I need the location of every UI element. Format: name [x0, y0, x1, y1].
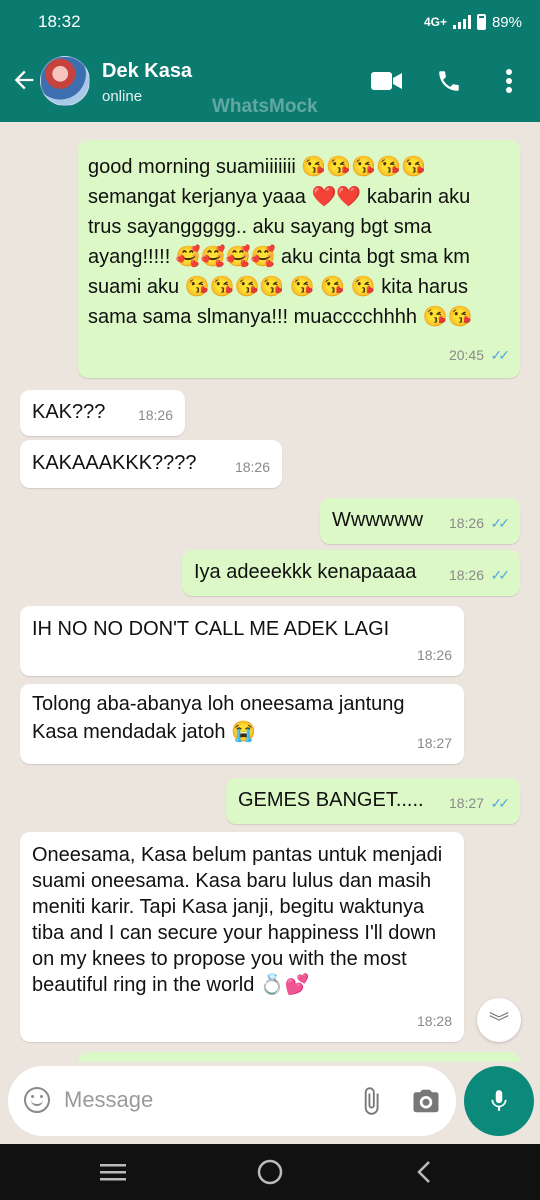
message-time: 20:45 [448, 347, 484, 363]
message-incoming[interactable]: KAK??? 18:26 [20, 390, 185, 436]
message-text: good morning suamiiiiiii 😘😘😘😘😘 semangat … [88, 156, 473, 328]
chat-area[interactable]: good morning suamiiiiiii 😘😘😘😘😘 semangat … [0, 122, 540, 1062]
attach-icon[interactable] [356, 1086, 386, 1116]
scroll-to-bottom-button[interactable]: ︾ [477, 998, 521, 1042]
camera-icon[interactable] [410, 1086, 442, 1116]
double-chevron-down-icon: ︾ [489, 1011, 509, 1034]
message-outgoing[interactable]: GEMES BANGET..... 18:27 ✓✓ [226, 778, 520, 824]
message-time: 18:26 [448, 567, 484, 583]
message-input[interactable] [62, 1086, 346, 1114]
system-nav-bar [0, 1144, 540, 1200]
contact-avatar[interactable] [40, 56, 90, 106]
contact-name[interactable]: Dek Kasa [102, 60, 192, 83]
message-outgoing[interactable]: Wwwwww 18:26 ✓✓ [320, 498, 520, 544]
message-time: 18:27 [416, 735, 452, 751]
status-bar: 18:32 4G+ 89% [0, 0, 540, 44]
chat-header: Dek Kasa online WhatsMock [0, 44, 540, 122]
battery-level: 89% [491, 13, 522, 31]
status-indicators: 4G+ 89% [424, 14, 522, 31]
message-outgoing[interactable]: good morning suamiiiiiii 😘😘😘😘😘 semangat … [78, 140, 520, 378]
read-receipt-icon: ✓✓ [490, 515, 511, 531]
read-receipt-icon: ✓✓ [490, 567, 511, 583]
message-text: Wwwwww [332, 509, 424, 531]
network-label: 4G+ [423, 15, 447, 29]
status-time: 18:32 [38, 12, 81, 31]
message-outgoing[interactable]: Iya adeeekkk kenapaaaa 18:26 ✓✓ [182, 550, 520, 596]
recent-apps-icon[interactable] [100, 1162, 126, 1182]
message-text: Tolong aba-abanya loh oneesama jantung K… [32, 693, 405, 743]
message-text: Oneesama, Kasa belum pantas untuk menjad… [32, 844, 443, 996]
message-time: 18:27 [448, 795, 484, 811]
message-time: 18:26 [448, 515, 484, 531]
message-incoming[interactable]: KAKAAAKKK???? 18:26 [20, 440, 282, 488]
message-text: KAKAAAKKK???? [32, 452, 197, 474]
back-arrow-icon[interactable] [10, 66, 38, 94]
message-time: 18:26 [416, 647, 452, 663]
app-watermark: WhatsMock [212, 96, 318, 117]
message-text: IH NO NO DON'T CALL ME ADEK LAGI [32, 618, 390, 640]
message-incoming[interactable]: Tolong aba-abanya loh oneesama jantung K… [20, 684, 464, 764]
message-text: GEMES BANGET..... [238, 789, 424, 811]
message-incoming[interactable]: Oneesama, Kasa belum pantas untuk menjad… [20, 832, 464, 1042]
more-options-icon[interactable] [492, 64, 526, 98]
read-receipt-icon: ✓✓ [490, 347, 511, 363]
mic-icon [491, 1090, 507, 1111]
home-icon[interactable] [256, 1158, 284, 1186]
read-receipt-icon: ✓✓ [490, 795, 511, 811]
mic-button[interactable] [464, 1066, 534, 1136]
emoji-icon[interactable] [24, 1087, 50, 1113]
message-outgoing-partial[interactable] [78, 1052, 520, 1062]
message-composer [8, 1066, 456, 1136]
back-nav-icon[interactable] [416, 1160, 432, 1184]
message-incoming[interactable]: IH NO NO DON'T CALL ME ADEK LAGI 18:26 [20, 606, 464, 676]
message-time: 18:28 [416, 1013, 452, 1029]
voice-call-icon[interactable] [432, 64, 466, 98]
battery-icon [476, 14, 486, 30]
contact-status: online [102, 88, 143, 105]
message-text: KAK??? [32, 401, 106, 423]
message-time: 18:26 [137, 407, 173, 423]
message-text: Iya adeeekkk kenapaaaa [194, 561, 417, 583]
signal-icon [452, 15, 471, 29]
video-call-icon[interactable] [370, 64, 404, 98]
message-time: 18:26 [234, 459, 270, 475]
